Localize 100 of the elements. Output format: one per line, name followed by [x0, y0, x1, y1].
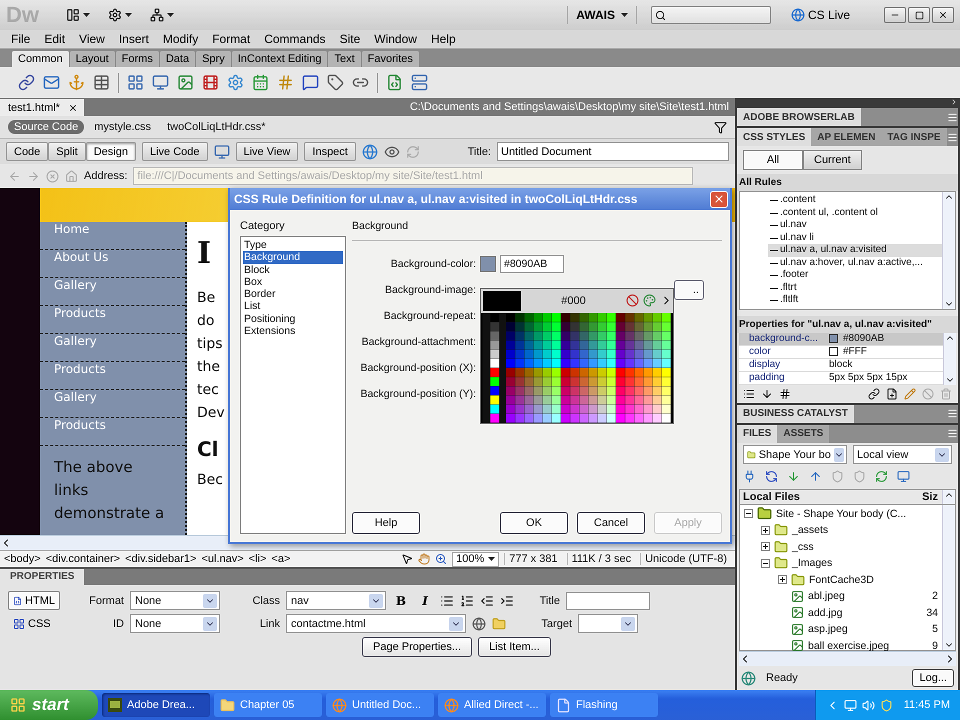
close-icon[interactable]	[68, 102, 78, 112]
panel-tab[interactable]: ASSETS	[777, 424, 830, 442]
panel-tab[interactable]: TAG INSPE	[881, 128, 947, 146]
tag-selector[interactable]: <ul.nav>	[201, 553, 244, 565]
site-map-icon[interactable]	[150, 8, 164, 22]
menu-icon[interactable]	[947, 408, 958, 419]
property-row[interactable]: color #FFF	[739, 346, 943, 358]
hand-icon[interactable]	[418, 553, 430, 565]
dialog-button[interactable]: OK	[500, 512, 568, 534]
image-icon[interactable]	[177, 74, 194, 91]
tag-selector[interactable]: <a>	[271, 553, 290, 565]
rule-item[interactable]: .content	[768, 194, 942, 206]
menu-icon[interactable]	[947, 428, 958, 439]
file-name[interactable]: abl.jpeg	[808, 590, 845, 602]
bullet-list-icon[interactable]	[440, 594, 454, 608]
file-name[interactable]: Site - Shape Your body (C...	[776, 508, 906, 520]
taskbar-button[interactable]: Untitled Doc...	[326, 693, 434, 717]
category-item[interactable]: Positioning	[243, 312, 343, 326]
settings-icon[interactable]	[108, 8, 122, 22]
tag-selector[interactable]: <div.sidebar1>	[125, 553, 196, 565]
file-name[interactable]: ball exercise.jpeg	[808, 640, 890, 652]
file-name[interactable]: add.jpg	[808, 606, 842, 619]
file-name[interactable]: _assets	[792, 524, 828, 536]
insert-tab[interactable]: Layout	[70, 51, 115, 67]
help-button[interactable]: Help	[352, 512, 420, 534]
properties-button[interactable]: Page Properties...	[362, 637, 472, 657]
tag-selector[interactable]: <body>	[4, 553, 41, 565]
tag-selector[interactable]: <li>	[248, 553, 266, 565]
taskbar-button[interactable]: Flashing	[550, 693, 658, 717]
category-item[interactable]: Block	[243, 264, 343, 276]
document-tab[interactable]: test1.html*	[0, 99, 84, 116]
rule-item[interactable]: ul.nav a, ul.nav a:visited	[768, 244, 942, 256]
menu-item[interactable]: File	[4, 32, 38, 46]
view-button[interactable]: Design	[86, 142, 136, 161]
link-field[interactable]: contactme.html	[286, 614, 466, 633]
insert-tab[interactable]: Favorites	[362, 51, 419, 67]
connect-icon[interactable]	[743, 470, 756, 483]
format-select[interactable]: None	[130, 591, 220, 610]
menu-item[interactable]: Edit	[37, 32, 72, 46]
insert-tab[interactable]: Forms	[116, 51, 159, 67]
no-color-icon[interactable]	[626, 294, 639, 308]
insert-tab[interactable]: Spry	[196, 51, 231, 67]
color-value-field[interactable]: #8090AB	[500, 255, 564, 273]
globe-icon[interactable]	[362, 144, 378, 160]
comment-icon[interactable]	[302, 74, 319, 91]
view-button[interactable]: Code	[6, 142, 48, 161]
rule-item[interactable]: .fltrt	[768, 282, 942, 294]
rule-item[interactable]: ul.nav	[768, 219, 942, 232]
media-icon[interactable]	[202, 74, 219, 91]
get-files-icon[interactable]	[787, 470, 800, 483]
menu-item[interactable]: Modify	[156, 32, 206, 46]
layout-icon[interactable]	[66, 8, 80, 22]
menu-item[interactable]: View	[72, 32, 112, 46]
color-palette-drawing[interactable]	[482, 312, 672, 423]
filter-icon[interactable]	[714, 120, 727, 134]
volume-icon[interactable]	[862, 698, 875, 712]
related-file[interactable]: twoColLiqLtHdr.css*	[161, 120, 272, 134]
class-select[interactable]: nav	[286, 591, 386, 610]
rule-item[interactable]: ul.nav li	[768, 232, 942, 244]
outdent-icon[interactable]	[480, 594, 494, 608]
view-button[interactable]: Split	[48, 142, 86, 161]
put-files-icon[interactable]	[809, 470, 822, 483]
panel-tab[interactable]: ADOBE BROWSERLAB	[737, 108, 861, 126]
menu-item[interactable]: Commands	[257, 32, 333, 46]
taskbar-button[interactable]: Allied Direct -...	[438, 693, 546, 717]
rule-item[interactable]: ul.nav a:hover, ul.nav a:active,...	[768, 256, 942, 269]
live-code-button[interactable]: Live Code	[142, 142, 208, 161]
gear-icon[interactable]	[227, 74, 244, 91]
maximize-button[interactable]	[908, 7, 930, 23]
insert-tab[interactable]: Text	[328, 51, 361, 67]
panel-tab[interactable]: FILES	[737, 424, 778, 442]
menu-icon[interactable]	[947, 112, 958, 122]
mail-icon[interactable]	[43, 74, 60, 91]
collapse-icon[interactable]	[744, 509, 753, 518]
attach-icon[interactable]	[868, 388, 880, 400]
css-mode-button[interactable]: CSS	[8, 614, 60, 633]
mode-toggle[interactable]: Current	[803, 150, 862, 170]
edit-icon[interactable]	[904, 388, 916, 400]
refresh-icon[interactable]	[765, 470, 778, 483]
insert-tab[interactable]: Data	[160, 51, 196, 67]
rule-item[interactable]: .footer	[768, 269, 942, 282]
tag-icon[interactable]	[327, 74, 344, 91]
color-swatch[interactable]	[480, 256, 496, 272]
file-name[interactable]: _Images	[792, 557, 832, 570]
id-select[interactable]: None	[130, 614, 220, 633]
menu-item[interactable]: Window	[367, 32, 424, 46]
property-row[interactable]: padding 5px 5px 5px 15px	[739, 372, 943, 384]
property-row[interactable]: background-c... #8090AB	[739, 332, 943, 346]
horizontal-scrollbar[interactable]	[739, 651, 956, 666]
dialog-button[interactable]: Cancel	[577, 512, 645, 534]
vertical-scrollbar[interactable]	[942, 192, 955, 308]
table-icon[interactable]	[93, 74, 110, 91]
log-button[interactable]: Log...	[912, 669, 954, 687]
view-select[interactable]: Local view	[853, 445, 952, 464]
related-file[interactable]: mystyle.css	[88, 120, 158, 134]
insert-tab[interactable]: Common	[12, 51, 69, 67]
tag-selector[interactable]: <div.container>	[46, 553, 120, 565]
rule-item[interactable]: .fltlft	[768, 294, 942, 306]
properties-button[interactable]: List Item...	[478, 637, 551, 657]
title-field[interactable]: Untitled Document	[497, 142, 729, 161]
